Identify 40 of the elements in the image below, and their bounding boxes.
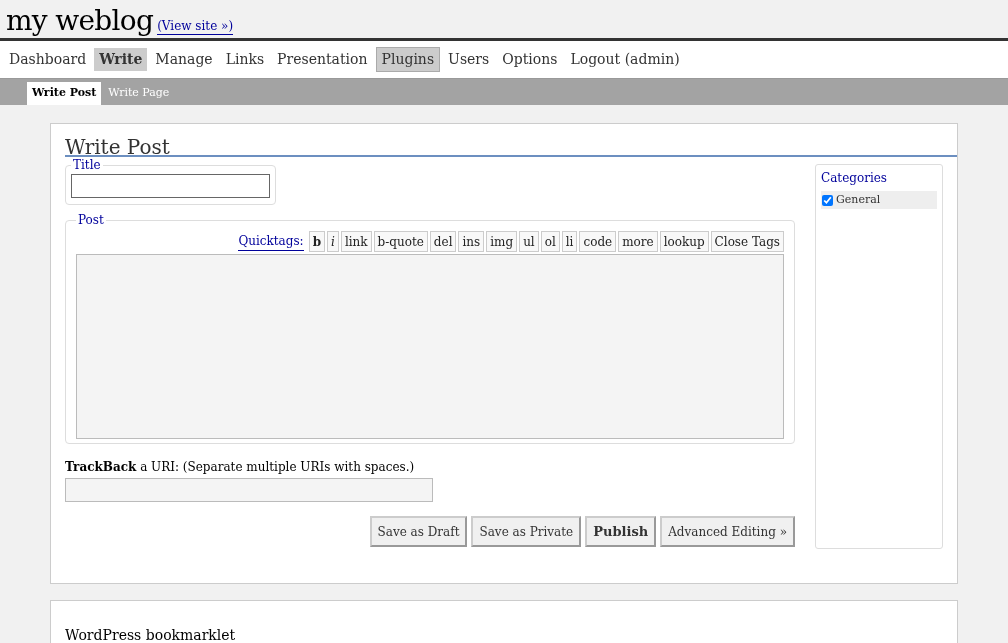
quicktag-button[interactable]: more [618,231,658,252]
quicktag-button[interactable]: code [579,231,617,252]
action-button[interactable]: Publish [585,516,657,547]
quicktags-label: Quicktags: [238,232,304,251]
bookmarklet-heading: WordPress bookmarklet [65,627,236,643]
category-item[interactable]: General [821,191,937,209]
nav-tab[interactable]: Presentation [272,48,373,71]
trackback-text: TrackBack a URI: (Separate multiple URIs with spaces.) [65,459,416,476]
quicktag-button[interactable]: ins [458,231,485,252]
quicktag-button[interactable]: img [486,231,518,252]
quicktag-button[interactable]: ul [519,231,539,252]
nav-tab[interactable]: Options [497,48,563,71]
trackback-input[interactable] [65,478,433,502]
nav-tab[interactable]: Logout (admin) [565,48,685,71]
quicktag-button[interactable]: i [327,231,339,252]
subnav-tab[interactable]: Write Post [27,82,102,105]
quicktag-button[interactable]: b-quote [373,231,428,252]
category-checkbox[interactable] [822,194,833,206]
action-button[interactable]: Save as Draft [369,516,468,547]
quicktag-button[interactable]: del [429,231,457,252]
nav-tab[interactable]: Manage [150,48,218,71]
quicktag-button[interactable]: link [340,231,372,252]
page-heading: Write Post [65,134,170,159]
nav-tab[interactable]: Write [94,48,148,71]
quicktag-button[interactable]: b [308,231,326,252]
title-input[interactable] [71,174,270,198]
nav-tab[interactable]: Plugins [375,47,441,72]
quicktag-button[interactable]: lookup [659,231,709,252]
nav-tab[interactable]: Users [443,48,495,71]
nav-tab[interactable]: Dashboard [4,48,92,71]
quicktag-button[interactable]: ol [540,231,560,252]
quicktag-button[interactable]: Close Tags [710,231,784,252]
action-button[interactable]: Save as Private [471,516,582,547]
site-title: my weblog [6,7,154,35]
post-label: Post [77,212,105,229]
view-site-link[interactable]: (View site ») [157,19,234,35]
nav-tab[interactable]: Links [220,48,270,71]
action-button[interactable]: Advanced Editing » [660,516,795,547]
title-label: Title [72,157,102,174]
quicktag-button[interactable]: li [561,231,578,252]
